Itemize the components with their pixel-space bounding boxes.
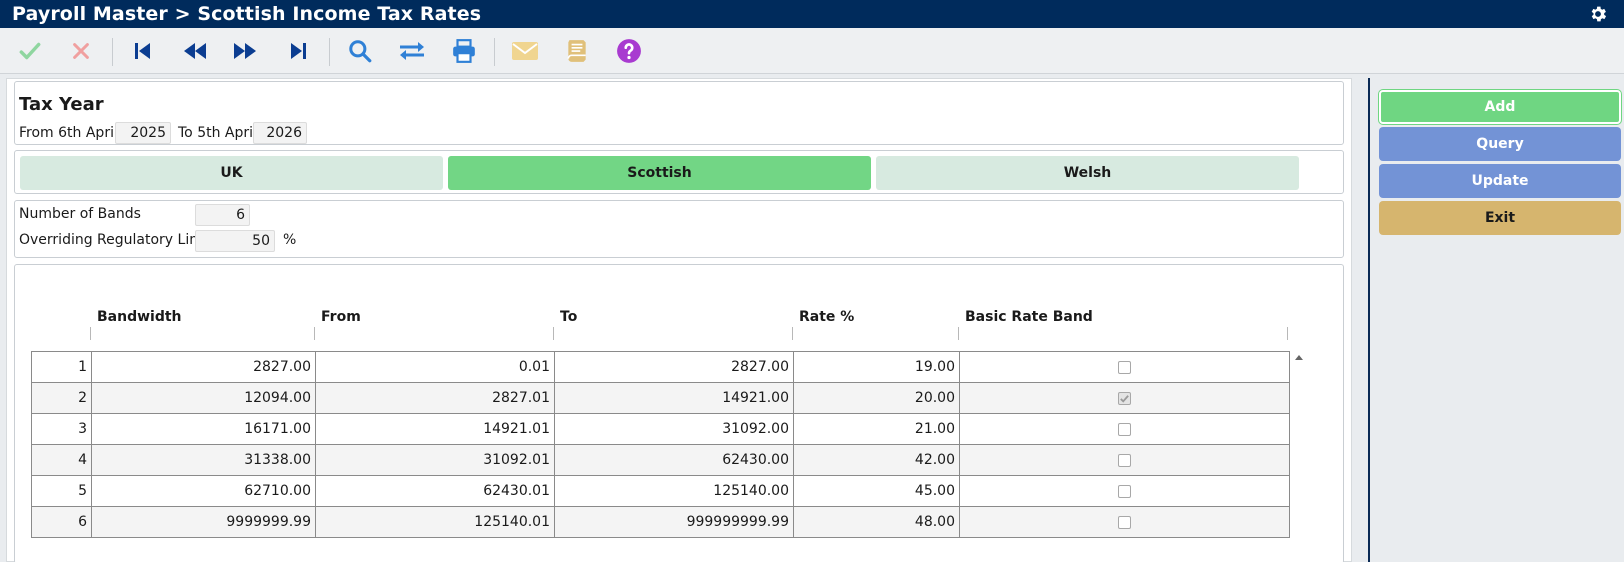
query-button[interactable]: Query bbox=[1379, 127, 1621, 161]
toolbar-separator bbox=[112, 38, 113, 66]
bandwidth-cell[interactable]: 16171.00 bbox=[92, 414, 316, 444]
to-cell[interactable]: 999999999.99 bbox=[555, 507, 794, 537]
checkmark-icon bbox=[1120, 395, 1129, 403]
email-icon[interactable] bbox=[510, 36, 540, 66]
toolbar bbox=[0, 28, 1624, 74]
to-date-label: To 5th April bbox=[178, 125, 257, 141]
column-header-to[interactable]: To bbox=[554, 305, 792, 329]
scroll-up-arrow-icon[interactable] bbox=[1295, 355, 1303, 360]
to-cell[interactable]: 125140.00 bbox=[555, 476, 794, 506]
bandwidth-cell[interactable]: 12094.00 bbox=[92, 383, 316, 413]
to-cell[interactable]: 62430.00 bbox=[555, 445, 794, 475]
tax-bands-table-panel: Bandwidth From To Rate % Basic Rate Band… bbox=[14, 264, 1344, 562]
percent-unit-label: % bbox=[283, 232, 297, 248]
row-number: 5 bbox=[32, 476, 92, 506]
basic-rate-band-checkbox[interactable] bbox=[1118, 454, 1131, 467]
basic-rate-band-checkbox[interactable] bbox=[1118, 423, 1131, 436]
table-row[interactable]: 6 9999999.99 125140.01 999999999.99 48.0… bbox=[32, 507, 1289, 538]
rate-cell[interactable]: 48.00 bbox=[794, 507, 960, 537]
basic-rate-band-cell bbox=[960, 507, 1289, 537]
book-icon[interactable] bbox=[562, 36, 592, 66]
tax-year-heading: Tax Year bbox=[19, 94, 104, 115]
from-cell[interactable]: 31092.01 bbox=[316, 445, 555, 475]
to-cell[interactable]: 2827.00 bbox=[555, 352, 794, 382]
table-row[interactable]: 4 31338.00 31092.01 62430.00 42.00 bbox=[32, 445, 1289, 476]
rate-cell[interactable]: 42.00 bbox=[794, 445, 960, 475]
basic-rate-band-cell bbox=[960, 414, 1289, 444]
bandwidth-cell[interactable]: 9999999.99 bbox=[92, 507, 316, 537]
from-cell[interactable]: 0.01 bbox=[316, 352, 555, 382]
confirm-icon[interactable] bbox=[15, 36, 45, 66]
swap-icon[interactable] bbox=[397, 36, 427, 66]
column-header-bandwidth[interactable]: Bandwidth bbox=[91, 305, 314, 329]
table-row[interactable]: 2 12094.00 2827.01 14921.00 20.00 bbox=[32, 383, 1289, 414]
toolbar-separator bbox=[494, 38, 495, 66]
basic-rate-band-checkbox[interactable] bbox=[1118, 392, 1131, 405]
action-sidebar: Add Query Update Exit bbox=[1368, 78, 1624, 562]
main-content: Tax Year From 6th April 2025 To 5th Apri… bbox=[6, 78, 1352, 562]
regulatory-limit-field[interactable]: 50 bbox=[195, 230, 275, 252]
to-year-field[interactable]: 2026 bbox=[253, 122, 307, 144]
first-record-icon[interactable] bbox=[128, 36, 158, 66]
table-row[interactable]: 3 16171.00 14921.01 31092.00 21.00 bbox=[32, 414, 1289, 445]
from-cell[interactable]: 125140.01 bbox=[316, 507, 555, 537]
row-number: 3 bbox=[32, 414, 92, 444]
update-button[interactable]: Update bbox=[1379, 164, 1621, 198]
row-number: 2 bbox=[32, 383, 92, 413]
search-icon[interactable] bbox=[345, 36, 375, 66]
basic-rate-band-cell bbox=[960, 383, 1289, 413]
basic-rate-band-cell bbox=[960, 352, 1289, 382]
column-header-rate[interactable]: Rate % bbox=[793, 305, 958, 329]
from-cell[interactable]: 2827.01 bbox=[316, 383, 555, 413]
to-cell[interactable]: 14921.00 bbox=[555, 383, 794, 413]
rate-cell[interactable]: 20.00 bbox=[794, 383, 960, 413]
column-header-from[interactable]: From bbox=[315, 305, 553, 329]
rate-cell[interactable]: 19.00 bbox=[794, 352, 960, 382]
previous-record-icon[interactable] bbox=[180, 36, 210, 66]
last-record-icon[interactable] bbox=[283, 36, 313, 66]
to-cell[interactable]: 31092.00 bbox=[555, 414, 794, 444]
basic-rate-band-checkbox[interactable] bbox=[1118, 485, 1131, 498]
region-tabs: UK Scottish Welsh bbox=[14, 150, 1344, 194]
title-bar: Payroll Master > Scottish Income Tax Rat… bbox=[0, 0, 1624, 28]
cancel-icon[interactable] bbox=[66, 36, 96, 66]
help-icon[interactable] bbox=[614, 36, 644, 66]
next-record-icon[interactable] bbox=[230, 36, 260, 66]
toolbar-separator bbox=[329, 38, 330, 66]
bandwidth-cell[interactable]: 2827.00 bbox=[92, 352, 316, 382]
from-date-label: From 6th April bbox=[19, 125, 118, 141]
basic-rate-band-checkbox[interactable] bbox=[1118, 516, 1131, 529]
tab-welsh[interactable]: Welsh bbox=[876, 156, 1299, 190]
row-number: 6 bbox=[32, 507, 92, 537]
basic-rate-band-cell bbox=[960, 476, 1289, 506]
settings-gear-icon[interactable] bbox=[1588, 4, 1608, 24]
window-title: Payroll Master > Scottish Income Tax Rat… bbox=[12, 3, 482, 25]
basic-rate-band-checkbox[interactable] bbox=[1118, 361, 1131, 374]
basic-rate-band-cell bbox=[960, 445, 1289, 475]
tab-uk[interactable]: UK bbox=[20, 156, 443, 190]
add-button[interactable]: Add bbox=[1379, 90, 1621, 124]
tax-year-panel: Tax Year From 6th April 2025 To 5th Apri… bbox=[14, 81, 1344, 145]
rate-cell[interactable]: 21.00 bbox=[794, 414, 960, 444]
bandwidth-cell[interactable]: 31338.00 bbox=[92, 445, 316, 475]
from-cell[interactable]: 62430.01 bbox=[316, 476, 555, 506]
number-of-bands-label: Number of Bands bbox=[19, 206, 141, 222]
band-settings-panel: Number of Bands 6 Overriding Regulatory … bbox=[14, 200, 1344, 258]
rate-cell[interactable]: 45.00 bbox=[794, 476, 960, 506]
column-header-basic-rate-band[interactable]: Basic Rate Band bbox=[959, 305, 1287, 329]
table-row[interactable]: 5 62710.00 62430.01 125140.00 45.00 bbox=[32, 476, 1289, 507]
from-cell[interactable]: 14921.01 bbox=[316, 414, 555, 444]
number-of-bands-field[interactable]: 6 bbox=[195, 204, 250, 226]
tab-scottish[interactable]: Scottish bbox=[448, 156, 871, 190]
print-icon[interactable] bbox=[449, 36, 479, 66]
bandwidth-cell[interactable]: 62710.00 bbox=[92, 476, 316, 506]
from-year-field[interactable]: 2025 bbox=[115, 122, 171, 144]
column-separator bbox=[1287, 327, 1288, 340]
row-number: 1 bbox=[32, 352, 92, 382]
table-row[interactable]: 1 2827.00 0.01 2827.00 19.00 bbox=[32, 352, 1289, 383]
regulatory-limit-label: Overriding Regulatory Limit bbox=[19, 232, 213, 248]
table-body: 1 2827.00 0.01 2827.00 19.00 2 12094.00 … bbox=[31, 351, 1290, 538]
row-number: 4 bbox=[32, 445, 92, 475]
exit-button[interactable]: Exit bbox=[1379, 201, 1621, 235]
